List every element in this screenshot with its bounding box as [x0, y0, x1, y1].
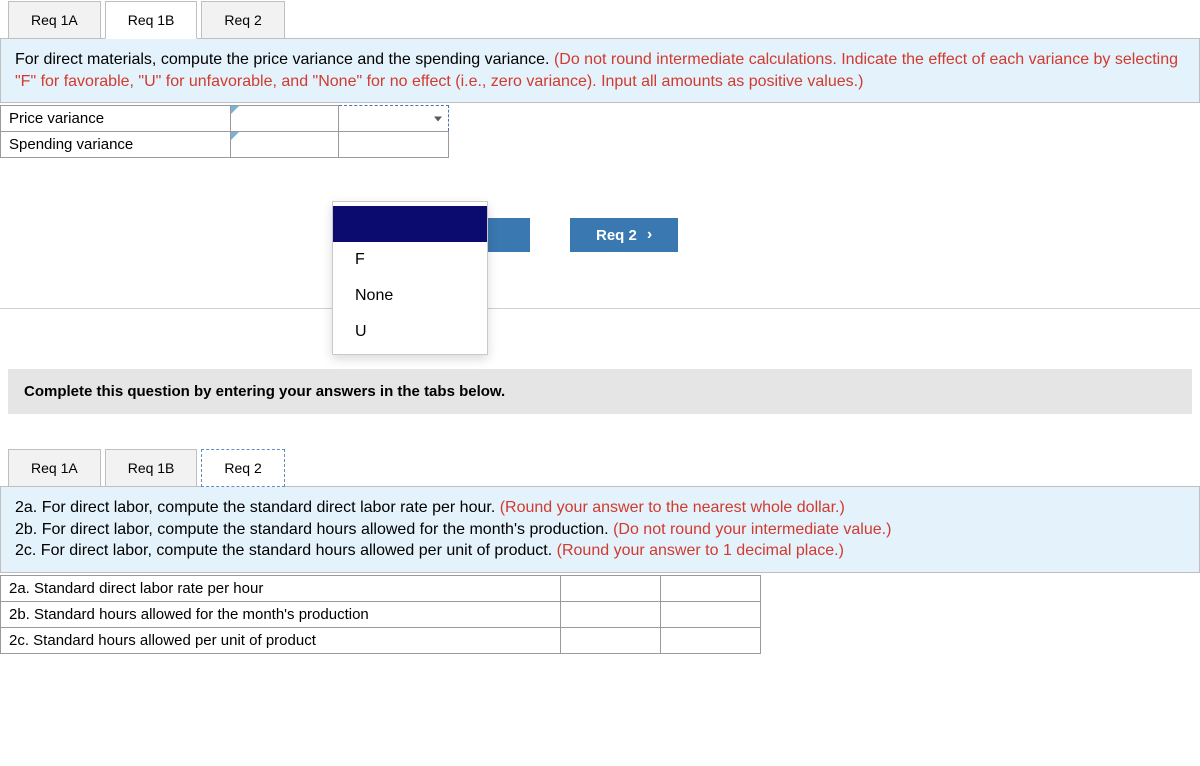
table-row: 2b. Standard hours allowed for the month… [1, 601, 761, 627]
input-2b-left[interactable] [561, 601, 661, 627]
select-spending-variance-effect[interactable] [339, 132, 449, 158]
dog-ear-icon [231, 132, 239, 140]
prompt-2c-text: 2c. For direct labor, compute the standa… [15, 542, 557, 559]
tab2-req-1a[interactable]: Req 1A [8, 449, 101, 487]
tab2-req-1b[interactable]: Req 1B [105, 449, 198, 487]
variance-table: Price variance Spending variance [0, 105, 449, 158]
label-2c: 2c. Standard hours allowed per unit of p… [1, 627, 561, 653]
table-row: 2c. Standard hours allowed per unit of p… [1, 627, 761, 653]
prompt-2b-instruction: (Do not round your intermediate value.) [613, 521, 891, 538]
labor-table: 2a. Standard direct labor rate per hour … [0, 575, 761, 654]
tab-bar-2: Req 1A Req 1B Req 2 [0, 449, 1200, 487]
next-button[interactable]: Req 2 › [570, 218, 678, 252]
effect-dropdown[interactable]: F None U [332, 201, 488, 355]
prompt-1: For direct materials, compute the price … [0, 38, 1200, 103]
dog-ear-icon [231, 106, 239, 114]
tab-req-2[interactable]: Req 2 [201, 1, 284, 39]
tab-req-1a[interactable]: Req 1A [8, 1, 101, 39]
input-2a-left[interactable] [561, 575, 661, 601]
table-row: 2a. Standard direct labor rate per hour [1, 575, 761, 601]
dropdown-option-u[interactable]: U [333, 314, 487, 350]
input-price-variance-amount[interactable] [231, 106, 339, 132]
input-spending-variance-amount[interactable] [231, 132, 339, 158]
prompt-2a-instruction: (Round your answer to the nearest whole … [500, 499, 845, 516]
select-price-variance-effect[interactable] [339, 106, 449, 132]
dropdown-option-none[interactable]: None [333, 278, 487, 314]
tab2-req-2[interactable]: Req 2 [201, 449, 284, 487]
input-2a-right[interactable] [661, 575, 761, 601]
next-button-label: Req 2 [596, 227, 637, 244]
prompt-2b-text: 2b. For direct labor, compute the standa… [15, 521, 613, 538]
section-divider [0, 308, 1200, 309]
label-2b: 2b. Standard hours allowed for the month… [1, 601, 561, 627]
label-price-variance: Price variance [1, 106, 231, 132]
tab-req-1b[interactable]: Req 1B [105, 1, 198, 39]
label-spending-variance: Spending variance [1, 132, 231, 158]
prompt-2c-instruction: (Round your answer to 1 decimal place.) [557, 542, 844, 559]
label-2a: 2a. Standard direct labor rate per hour [1, 575, 561, 601]
chevron-right-icon: › [647, 226, 652, 244]
prompt-2: 2a. For direct labor, compute the standa… [0, 486, 1200, 573]
input-2b-right[interactable] [661, 601, 761, 627]
table-row: Price variance [1, 106, 449, 132]
tab-bar-1: Req 1A Req 1B Req 2 [0, 1, 1200, 39]
dropdown-option-f[interactable]: F [333, 242, 487, 278]
input-2c-right[interactable] [661, 627, 761, 653]
table-row: Spending variance [1, 132, 449, 158]
input-2c-left[interactable] [561, 627, 661, 653]
prompt-1-text: For direct materials, compute the price … [15, 51, 554, 68]
chevron-down-icon [434, 116, 442, 121]
prompt-2a-text: 2a. For direct labor, compute the standa… [15, 499, 500, 516]
complete-banner: Complete this question by entering your … [8, 369, 1192, 414]
dropdown-option-blank[interactable] [333, 206, 487, 242]
